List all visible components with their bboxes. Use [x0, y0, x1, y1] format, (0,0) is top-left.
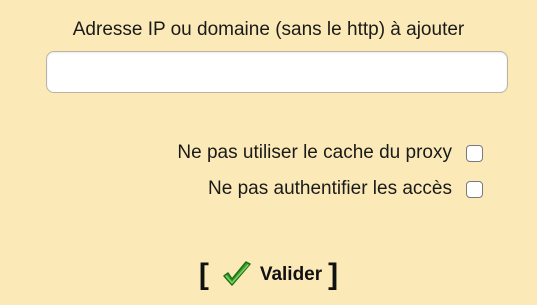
no-auth-checkbox[interactable]: [466, 180, 483, 198]
no-cache-checkbox[interactable]: [466, 144, 483, 162]
option-row-no-auth: Ne pas authentifier les accès: [208, 176, 483, 202]
field-label-address: Adresse IP ou domaine (sans le http) à a…: [72, 19, 465, 40]
green-checkmark-icon: [223, 261, 251, 286]
validate-label: Valider: [259, 264, 323, 285]
no-auth-label: Ne pas authentifier les accès: [208, 178, 452, 199]
no-cache-label: Ne pas utiliser le cache du proxy: [177, 142, 452, 163]
validate-button[interactable]: Valider: [209, 259, 328, 291]
address-input[interactable]: [46, 51, 508, 93]
bracket-close: ]: [328, 258, 339, 291]
bracket-open: [: [198, 258, 209, 291]
submit-area: [ Valider ]: [0, 258, 537, 292]
option-row-no-cache: Ne pas utiliser le cache du proxy: [177, 140, 483, 166]
